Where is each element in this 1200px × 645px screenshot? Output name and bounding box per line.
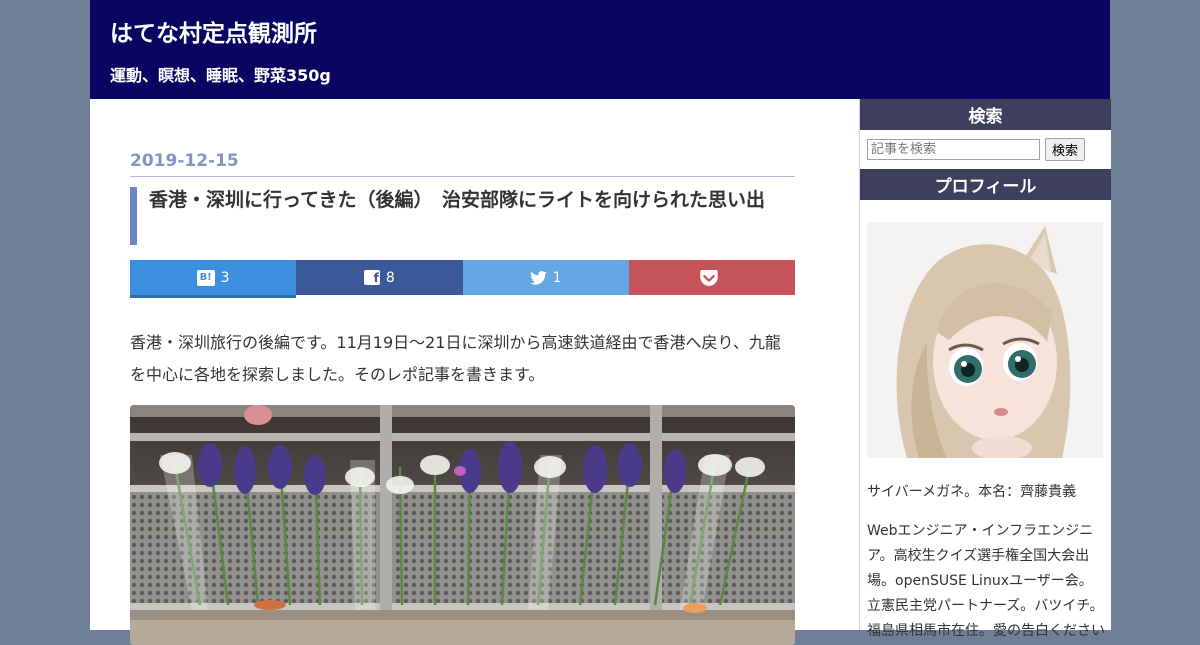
search-button[interactable]: 検索 — [1045, 138, 1086, 161]
site-description: 運動、瞑想、睡眠、野菜350g — [110, 66, 331, 85]
twitter-bird-icon — [529, 270, 547, 285]
avatar-illustration — [867, 222, 1103, 460]
hatena-bookmark-count: 3 — [220, 269, 230, 286]
blog-header: はてな村定点観測所 運動、瞑想、睡眠、野菜350g — [90, 0, 1110, 99]
sidebar: 検索 検索 プロフィール — [859, 99, 1111, 639]
entry-title[interactable]: 香港・深圳に行ってきた（後編） 治安部隊にライトを向けられた思い出 — [130, 187, 794, 245]
facebook-share-count: 8 — [385, 269, 395, 286]
pocket-icon — [700, 269, 718, 286]
search-widget-title: 検索 — [860, 99, 1111, 130]
twitter-share-button[interactable]: 1 — [462, 260, 629, 295]
doll-avatar[interactable] — [867, 222, 1103, 460]
entry-body-text: 香港・深圳旅行の後編です。11月19日〜21日に深圳から高速鉄道経由で香港へ戻り… — [130, 333, 781, 384]
search-form: 検索 — [860, 130, 1111, 169]
profile-name: サイバーメガネ。本名：齊藤貴義 — [867, 484, 1077, 500]
facebook-icon: f — [363, 270, 380, 285]
memorial-flowers-photo[interactable] — [130, 405, 795, 645]
site-title[interactable]: はてな村定点観測所 — [110, 14, 317, 48]
search-widget: 検索 検索 — [860, 99, 1111, 169]
facebook-share-button[interactable]: f 8 — [296, 260, 463, 295]
share-buttons: B! 3 f 8 1 — [130, 260, 795, 298]
profile-description: Webエンジニア・インフラエンジニア。高校生クイズ選手権全国大会出場。openS… — [867, 523, 1105, 639]
profile-widget: プロフィール サイバーメガネ。本名：齊藤貴義 Webエンジニア・インフラエンジニ… — [860, 169, 1111, 639]
twitter-share-count: 1 — [552, 269, 562, 286]
photo-illustration — [130, 405, 795, 645]
pocket-save-button[interactable] — [628, 260, 795, 295]
entry-date[interactable]: 2019-12-15 — [130, 151, 795, 177]
page-container: はてな村定点観測所 運動、瞑想、睡眠、野菜350g 2019-12-15 香港・… — [90, 0, 1111, 645]
profile-widget-title: プロフィール — [860, 169, 1111, 200]
search-input[interactable] — [867, 139, 1040, 160]
hatena-bookmark-button[interactable]: B! 3 — [130, 260, 297, 298]
main-content: 2019-12-15 香港・深圳に行ってきた（後編） 治安部隊にライトを向けられ… — [90, 99, 859, 645]
hatena-bookmark-icon: B! — [196, 269, 215, 286]
